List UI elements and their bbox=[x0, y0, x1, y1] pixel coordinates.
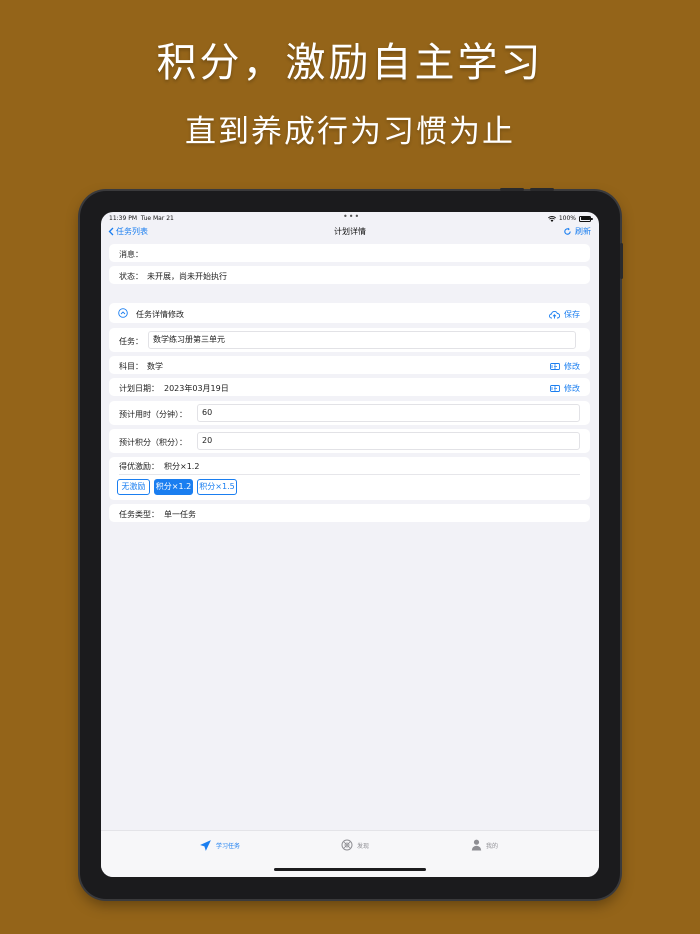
duration-label: 预计用时（分钟）： bbox=[119, 410, 187, 419]
page-title: 计划详情 bbox=[334, 227, 366, 236]
status-value: 未开展，尚未开始执行 bbox=[147, 272, 227, 281]
task-label: 任务： bbox=[119, 337, 143, 346]
edit-field-icon bbox=[550, 385, 560, 392]
app-screen: 11:39 PM Tue Mar 21 ••• 100% 任务列表 计划详情 刷… bbox=[101, 212, 599, 877]
side-button bbox=[620, 243, 623, 279]
cloud-upload-icon bbox=[549, 311, 560, 319]
tab-mine[interactable]: 我的 bbox=[471, 839, 498, 851]
duration-row: 预计用时（分钟）： 60 bbox=[109, 401, 590, 425]
refresh-button[interactable]: 刷新 bbox=[563, 226, 591, 237]
compass-icon bbox=[341, 839, 353, 851]
task-type-value: 单一任务 bbox=[164, 510, 196, 519]
battery-percent: 100% bbox=[558, 215, 576, 222]
save-label: 保存 bbox=[564, 310, 580, 319]
save-button[interactable]: 保存 bbox=[549, 309, 580, 320]
section-title: 任务详情修改 bbox=[136, 310, 184, 319]
paper-plane-icon bbox=[200, 840, 211, 851]
task-row: 任务： 数学练习册第三单元 bbox=[109, 328, 590, 352]
subject-label: 科目： bbox=[119, 362, 143, 371]
task-type-label: 任务类型： bbox=[119, 510, 159, 519]
plan-date-edit-label: 修改 bbox=[564, 384, 580, 393]
tab-bar: 学习任务 发现 我的 bbox=[101, 830, 599, 877]
collapse-chevron-icon[interactable] bbox=[118, 308, 128, 318]
message-row: 消息： bbox=[109, 244, 590, 262]
subject-value: 数学 bbox=[147, 362, 163, 371]
promo-subheadline: 直到养成行为习惯为止 bbox=[185, 114, 515, 150]
multitasking-dots[interactable]: ••• bbox=[343, 212, 360, 221]
refresh-icon bbox=[564, 227, 571, 235]
tab-discover[interactable]: 发现 bbox=[341, 839, 369, 851]
section-header[interactable]: 任务详情修改 保存 bbox=[109, 303, 590, 323]
points-row: 预计积分（积分）： 20 bbox=[109, 429, 590, 453]
tab-learning-tasks[interactable]: 学习任务 bbox=[199, 839, 240, 852]
promo-headline: 积分，激励自主学习 bbox=[156, 40, 544, 86]
subject-row: 科目： 数学 修改 bbox=[109, 356, 590, 374]
incentive-option-1-2[interactable]: 积分×1.2 bbox=[154, 479, 193, 495]
incentive-row: 得优激励： 积分×1.2 无激励 积分×1.2 积分×1.5 bbox=[109, 457, 590, 500]
top-button bbox=[500, 188, 524, 191]
wifi-icon bbox=[547, 215, 556, 222]
battery-icon bbox=[579, 215, 593, 222]
points-input[interactable]: 20 bbox=[197, 432, 580, 450]
home-indicator[interactable] bbox=[274, 868, 426, 871]
plan-date-row: 计划日期： 2023年03月19日 修改 bbox=[109, 378, 590, 396]
subject-edit-button[interactable]: 修改 bbox=[550, 361, 580, 372]
incentive-value: 积分×1.2 bbox=[164, 462, 200, 471]
divider bbox=[119, 474, 580, 475]
edit-field-icon bbox=[550, 363, 560, 370]
incentive-option-1-5[interactable]: 积分×1.5 bbox=[197, 479, 237, 495]
duration-input[interactable]: 60 bbox=[197, 404, 580, 422]
task-type-row: 任务类型： 单一任务 bbox=[109, 504, 590, 522]
incentive-option-none[interactable]: 无激励 bbox=[117, 479, 150, 495]
task-input[interactable]: 数学练习册第三单元 bbox=[148, 331, 576, 349]
refresh-label: 刷新 bbox=[575, 227, 591, 236]
status-row: 状态： 未开展，尚未开始执行 bbox=[109, 266, 590, 284]
tab-label: 发现 bbox=[357, 842, 370, 850]
nav-bar: 任务列表 计划详情 刷新 bbox=[101, 224, 599, 242]
status-right: 100% bbox=[547, 215, 593, 222]
tab-label: 我的 bbox=[486, 842, 499, 850]
person-icon bbox=[471, 839, 482, 851]
status-time: 11:39 PM Tue Mar 21 bbox=[109, 215, 174, 222]
message-label: 消息： bbox=[119, 250, 143, 259]
plan-date-value: 2023年03月19日 bbox=[164, 384, 229, 393]
points-label: 预计积分（积分）： bbox=[119, 438, 187, 447]
plan-date-edit-button[interactable]: 修改 bbox=[550, 383, 580, 394]
tab-label: 学习任务 bbox=[216, 843, 241, 850]
status-label: 状态： bbox=[119, 272, 143, 281]
top-button-2 bbox=[530, 188, 554, 191]
plan-date-label: 计划日期： bbox=[119, 384, 159, 393]
tablet-frame: 11:39 PM Tue Mar 21 ••• 100% 任务列表 计划详情 刷… bbox=[80, 188, 623, 899]
incentive-label: 得优激励： bbox=[119, 462, 159, 471]
status-bar: 11:39 PM Tue Mar 21 ••• 100% bbox=[101, 212, 599, 224]
subject-edit-label: 修改 bbox=[564, 362, 580, 371]
